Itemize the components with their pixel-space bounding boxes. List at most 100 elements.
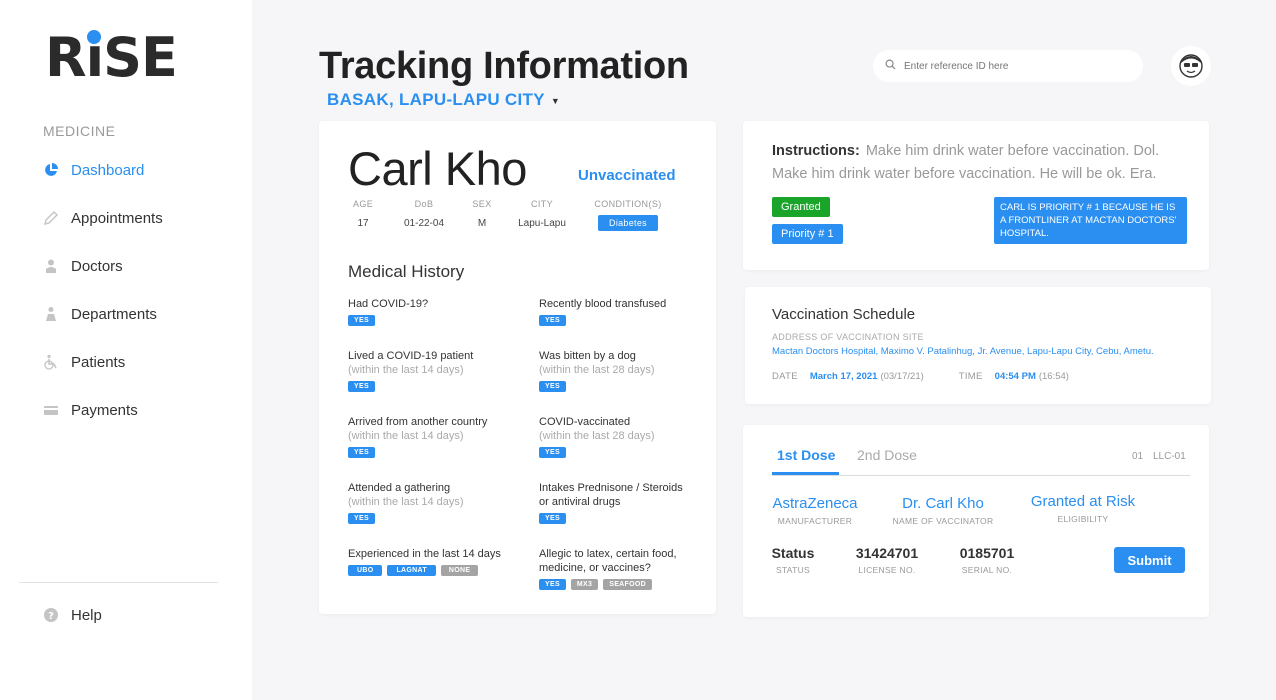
sidebar-item-label: Payments	[71, 401, 138, 419]
status-label: STATUS	[775, 565, 811, 575]
question-text: Intakes Prednisone / Steroids	[539, 482, 683, 494]
date-alt: (03/17/21)	[880, 371, 924, 382]
instructions-card: Instructions: Make him drink water before…	[743, 121, 1209, 270]
tab-1st-dose[interactable]: 1st Dose	[777, 447, 835, 463]
history-question: Attended a gathering (within the last 14…	[348, 481, 518, 524]
history-question: Experienced in the last 14 days UBO LAGN…	[348, 547, 518, 576]
condition-badge: Diabetes	[598, 215, 658, 231]
user-avatar-icon	[1179, 54, 1203, 78]
manufacturer-value: AstraZeneca	[772, 495, 858, 512]
status-value: Status	[771, 545, 815, 561]
sidebar-item-label: Patients	[71, 353, 126, 371]
age-header: AGE	[353, 199, 374, 209]
sidebar-item-patients[interactable]: Patients	[43, 350, 163, 374]
help-icon: ?	[43, 607, 59, 623]
answer-tag: YES	[348, 381, 375, 392]
answer-tag: YES	[539, 513, 566, 524]
page-title: Tracking Information	[319, 45, 689, 87]
section-label: MEDICINE	[43, 123, 116, 139]
history-question: Lived a COVID-19 patient (within the las…	[348, 349, 518, 392]
wheelchair-icon	[43, 354, 59, 370]
sidebar-divider	[19, 582, 218, 583]
answer-tag: UBO	[348, 565, 383, 576]
answer-tag: LAGNAT	[387, 565, 436, 576]
sidebar-item-help[interactable]: ? Help	[43, 603, 102, 627]
sidebar-item-label: Appointments	[71, 209, 163, 227]
logo-letter: E	[141, 26, 178, 89]
answer-tag: YES	[539, 315, 566, 326]
vaccinator-value: Dr. Carl Kho	[902, 495, 984, 512]
sex-value: M	[477, 218, 487, 229]
patient-card: Carl Kho Unvaccinated AGE 17 DoB 01-22-0…	[319, 121, 716, 614]
serial-label: SERIAL NO.	[961, 565, 1013, 575]
logo-letter-i: ı	[85, 26, 104, 89]
question-text: Allegic to latex, certain food,	[539, 548, 677, 560]
logo-letter: R	[45, 26, 87, 89]
history-question: Was bitten by a dog (within the last 28 …	[539, 349, 709, 392]
instructions-label: Instructions:	[772, 143, 860, 159]
schedule-datetime: DATE March 17, 2021 (03/17/21) TIME 04:5…	[772, 371, 1069, 382]
sidebar-item-dashboard[interactable]: Dashboard	[43, 158, 163, 182]
question-text: Lived a COVID-19 patient	[348, 350, 474, 362]
history-question: Intakes Prednisone / Steroids or antivir…	[539, 481, 709, 524]
city-value: Lapu-Lapu	[518, 218, 566, 229]
history-question: COVID-vaccinated (within the last 28 day…	[539, 415, 709, 458]
patient-name: Carl Kho	[348, 142, 527, 195]
answer-tag: MX3	[570, 579, 599, 590]
answer-tag: YES	[539, 447, 566, 458]
location-label: BASAK, LAPU-LAPU CITY	[327, 90, 545, 109]
eligibility-field: Granted at Risk ELIGIBILITY	[1023, 493, 1143, 524]
dob-value: 01-22-04	[403, 218, 445, 229]
status-field: Status STATUS	[770, 545, 816, 575]
question-subtext: (within the last 14 days)	[348, 364, 464, 376]
tab-2nd-dose[interactable]: 2nd Dose	[857, 447, 917, 463]
history-question: Recently blood transfused YES	[539, 297, 709, 326]
dose-card: 1st Dose 2nd Dose 01 LLC-01 AstraZeneca …	[743, 425, 1209, 617]
sex-header: SEX	[472, 199, 492, 209]
instructions-text: Instructions: Make him drink water before…	[772, 140, 1192, 186]
sidebar-item-doctors[interactable]: Doctors	[43, 254, 163, 278]
tab-divider	[772, 475, 1190, 476]
sidebar-item-label: Doctors	[71, 257, 123, 275]
card-icon	[43, 402, 59, 418]
history-question: Arrived from another country (within the…	[348, 415, 518, 458]
dob-field: DoB 01-22-04	[399, 199, 449, 229]
question-text: Experienced in the last 14 days	[348, 548, 501, 560]
condition-field: CONDITION(S) Diabetes	[589, 199, 667, 231]
serial-value: 0185701	[959, 545, 1015, 561]
condition-header: CONDITION(S)	[594, 199, 662, 209]
address-label: ADDRESS OF VACCINATION SITE	[772, 332, 924, 342]
age-field: AGE 17	[353, 199, 373, 229]
priority-badge: Priority # 1	[772, 224, 843, 244]
question-subtext: (within the last 28 days)	[539, 364, 655, 376]
answer-tag: YES	[539, 579, 566, 590]
flask-icon	[43, 306, 59, 322]
question-text: Was bitten by a dog	[539, 350, 636, 362]
sidebar-item-appointments[interactable]: Appointments	[43, 206, 163, 230]
license-field: 31424701 LICENSE NO.	[851, 545, 923, 575]
doctor-icon	[43, 258, 59, 274]
submit-button[interactable]: Submit	[1114, 547, 1185, 573]
city-field: CITY Lapu-Lapu	[512, 199, 572, 229]
sidebar-item-departments[interactable]: Departments	[43, 302, 163, 326]
question-text: Recently blood transfused	[539, 298, 667, 310]
rise-logo[interactable]: Rı SE	[45, 26, 178, 89]
vaccinator-field: Dr. Carl Kho NAME OF VACCINATOR	[887, 495, 999, 526]
sidebar-item-payments[interactable]: Payments	[43, 398, 163, 422]
serial-field: 0185701 SERIAL NO.	[955, 545, 1019, 575]
vaccination-status: Unvaccinated	[578, 167, 676, 184]
pie-chart-icon	[43, 162, 59, 178]
search-bar[interactable]	[873, 50, 1143, 82]
help-label: Help	[71, 606, 102, 624]
caret-down-icon: ▼	[550, 95, 561, 106]
medical-history-title: Medical History	[348, 262, 465, 281]
schedule-title: Vaccination Schedule	[772, 306, 916, 323]
question-text: Attended a gathering	[348, 482, 451, 494]
avatar[interactable]	[1171, 46, 1211, 86]
search-input[interactable]	[904, 60, 1124, 72]
location-selector[interactable]: BASAK, LAPU-LAPU CITY ▼	[327, 90, 560, 110]
question-text-line2: medicine, or vaccines?	[539, 562, 651, 574]
date-value: March 17, 2021	[809, 371, 878, 382]
sidebar-item-label: Dashboard	[71, 161, 145, 179]
pencil-icon	[43, 210, 59, 226]
